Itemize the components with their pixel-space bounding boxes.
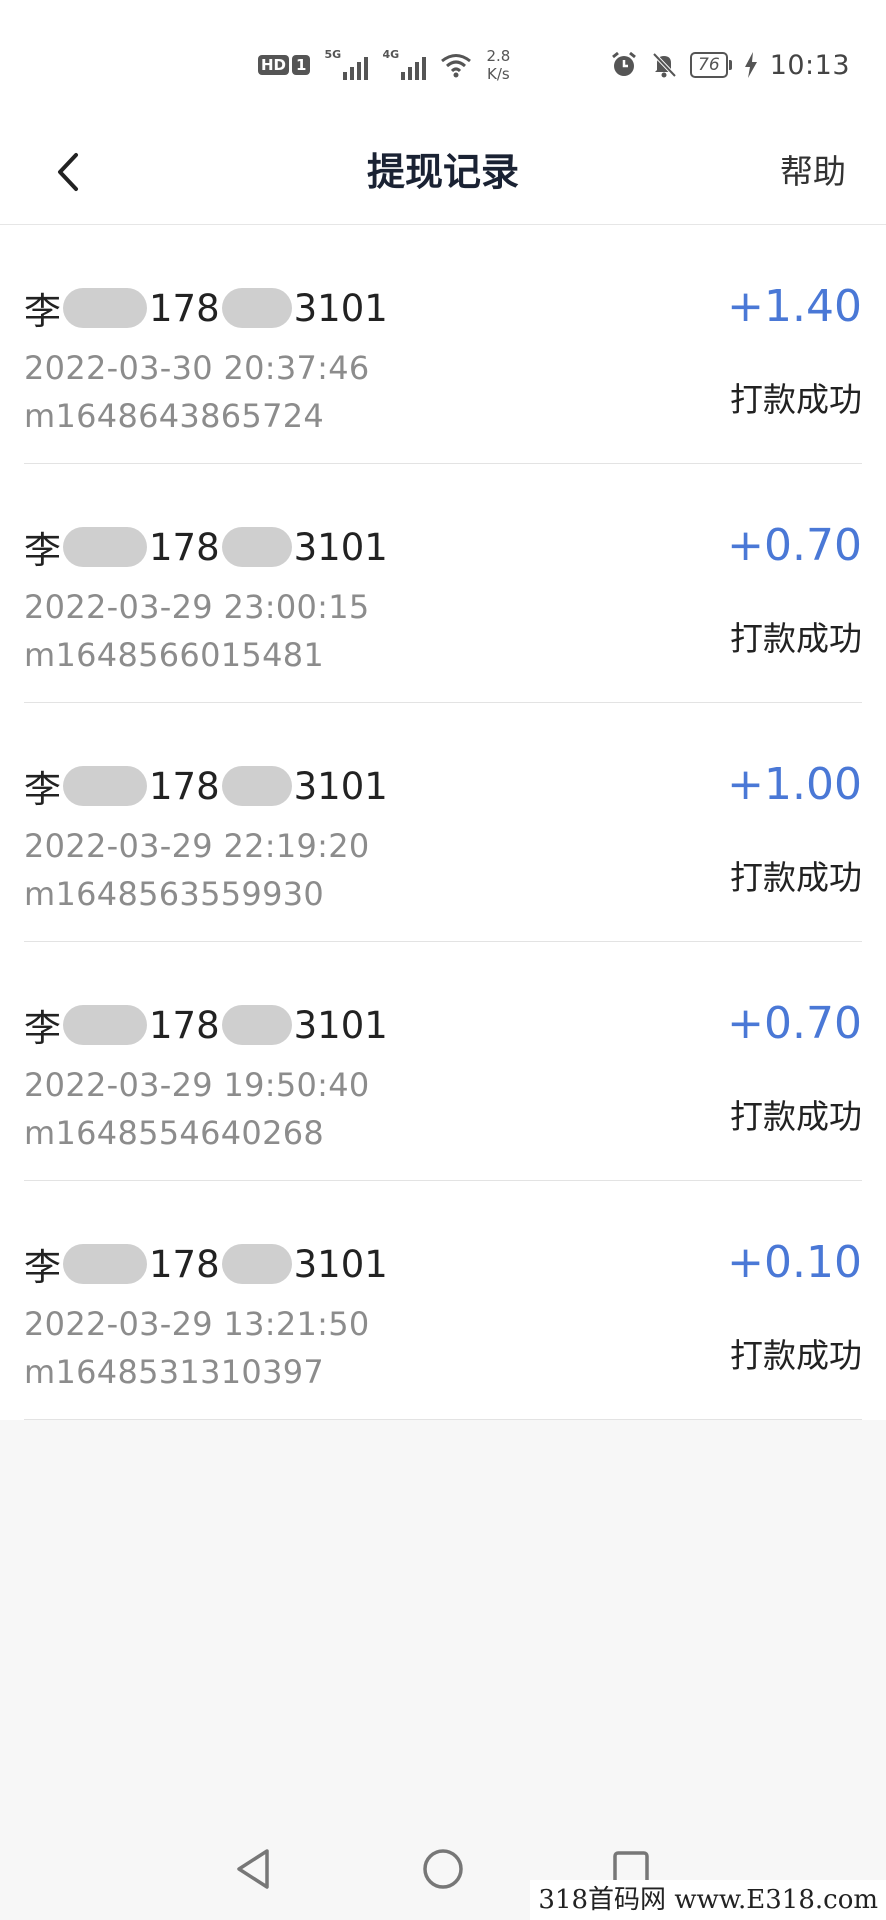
- record-time: 2022-03-29 23:00:15: [24, 588, 370, 626]
- record-order-no: m1648566015481: [24, 636, 325, 674]
- redacted-block: [221, 288, 292, 328]
- record-account: 李 178 3101: [24, 998, 388, 1052]
- record-status: 打款成功: [730, 858, 862, 897]
- triangle-back-icon: [237, 1849, 269, 1889]
- redacted-block: [63, 527, 147, 567]
- nav-bar: 提现记录 帮助: [0, 120, 886, 225]
- record-time: 2022-03-30 20:37:46: [24, 349, 370, 387]
- record-phone-prefix: 178: [149, 764, 220, 808]
- record-amount: +0.10: [727, 1237, 862, 1288]
- status-bar: HD 1 5G 4G 2.8 K/s 76 10:13: [0, 0, 886, 120]
- watermark: 318首码网 www.E318.com: [530, 1880, 886, 1920]
- record-phone-prefix: 178: [149, 1003, 220, 1047]
- sim-label: 1: [292, 55, 311, 75]
- record-amount: +1.00: [727, 759, 862, 810]
- record-account: 李 178 3101: [24, 281, 388, 335]
- redacted-block: [63, 288, 147, 328]
- record-name-prefix: 李: [24, 768, 61, 811]
- redacted-block: [221, 527, 292, 567]
- redacted-block: [63, 1244, 147, 1284]
- status-left: HD 1 5G 4G 2.8 K/s: [258, 40, 510, 90]
- record-amount: +1.40: [727, 281, 862, 332]
- record-time: 2022-03-29 19:50:40: [24, 1066, 370, 1104]
- speed-unit: K/s: [487, 65, 510, 83]
- sim2-gen: 4G: [382, 48, 400, 61]
- record-phone-prefix: 178: [149, 286, 220, 330]
- redacted-block: [221, 1244, 292, 1284]
- signal-icon: 4G: [382, 48, 427, 82]
- record-amount: +0.70: [727, 520, 862, 571]
- redacted-block: [63, 766, 147, 806]
- record-order-no: m1648643865724: [24, 397, 325, 435]
- system-home-button[interactable]: [418, 1844, 468, 1894]
- record-status: 打款成功: [730, 380, 862, 419]
- redacted-block: [221, 766, 292, 806]
- record-phone-prefix: 178: [149, 1242, 220, 1286]
- record-name-prefix: 李: [24, 529, 61, 572]
- record-phone-suffix: 3101: [293, 764, 388, 808]
- alarm-icon: [612, 51, 636, 76]
- record-account: 李 178 3101: [24, 520, 388, 574]
- record-name-prefix: 李: [24, 1007, 61, 1050]
- record-phone-suffix: 3101: [293, 1003, 388, 1047]
- wifi-icon: [441, 54, 472, 78]
- record-time: 2022-03-29 13:21:50: [24, 1305, 370, 1343]
- speed-value: 2.8: [486, 47, 511, 65]
- clock: 10:13: [769, 49, 850, 81]
- signal-icon: 5G: [324, 48, 369, 82]
- record-name-prefix: 李: [24, 1246, 61, 1289]
- list-item[interactable]: 李 178 3101 2022-03-30 20:37:46 m16486438…: [24, 225, 862, 464]
- hd-badge: HD 1: [258, 55, 311, 75]
- system-back-button[interactable]: [228, 1844, 278, 1894]
- hd-label: HD: [258, 55, 290, 75]
- record-status: 打款成功: [730, 619, 862, 658]
- record-order-no: m1648531310397: [24, 1353, 325, 1391]
- record-status: 打款成功: [730, 1336, 862, 1375]
- record-phone-suffix: 3101: [293, 1242, 388, 1286]
- record-account: 李 178 3101: [24, 759, 388, 813]
- battery-icon: 76: [690, 52, 732, 78]
- network-speed: 2.8 K/s: [486, 47, 510, 83]
- redacted-block: [221, 1005, 292, 1045]
- back-button[interactable]: [40, 144, 96, 200]
- list-item[interactable]: 李 178 3101 2022-03-29 19:50:40 m16485546…: [24, 942, 862, 1181]
- bell-muted-icon: [652, 52, 677, 78]
- back-chevron-icon: [58, 153, 78, 191]
- record-phone-prefix: 178: [149, 525, 220, 569]
- list-item[interactable]: 李 178 3101 2022-03-29 22:19:20 m16485635…: [24, 703, 862, 942]
- help-button[interactable]: 帮助: [780, 120, 846, 224]
- redacted-block: [63, 1005, 147, 1045]
- page-title: 提现记录: [366, 150, 519, 194]
- withdrawal-list: 李 178 3101 2022-03-30 20:37:46 m16486438…: [0, 225, 886, 1420]
- list-item[interactable]: 李 178 3101 2022-03-29 23:00:15 m16485660…: [24, 464, 862, 703]
- record-order-no: m1648554640268: [24, 1114, 325, 1152]
- circle-home-icon: [423, 1849, 463, 1889]
- record-account: 李 178 3101: [24, 1237, 388, 1291]
- status-right: 76 10:13: [610, 40, 850, 90]
- record-amount: +0.70: [727, 998, 862, 1049]
- record-phone-suffix: 3101: [293, 525, 388, 569]
- record-name-prefix: 李: [24, 290, 61, 333]
- battery-level: 76: [690, 52, 728, 78]
- record-phone-suffix: 3101: [293, 286, 388, 330]
- list-item[interactable]: 李 178 3101 2022-03-29 13:21:50 m16485313…: [24, 1181, 862, 1420]
- record-time: 2022-03-29 22:19:20: [24, 827, 370, 865]
- sim1-gen: 5G: [324, 48, 342, 61]
- charging-bolt-icon: [744, 52, 757, 78]
- record-order-no: m1648563559930: [24, 875, 325, 913]
- record-status: 打款成功: [730, 1097, 862, 1136]
